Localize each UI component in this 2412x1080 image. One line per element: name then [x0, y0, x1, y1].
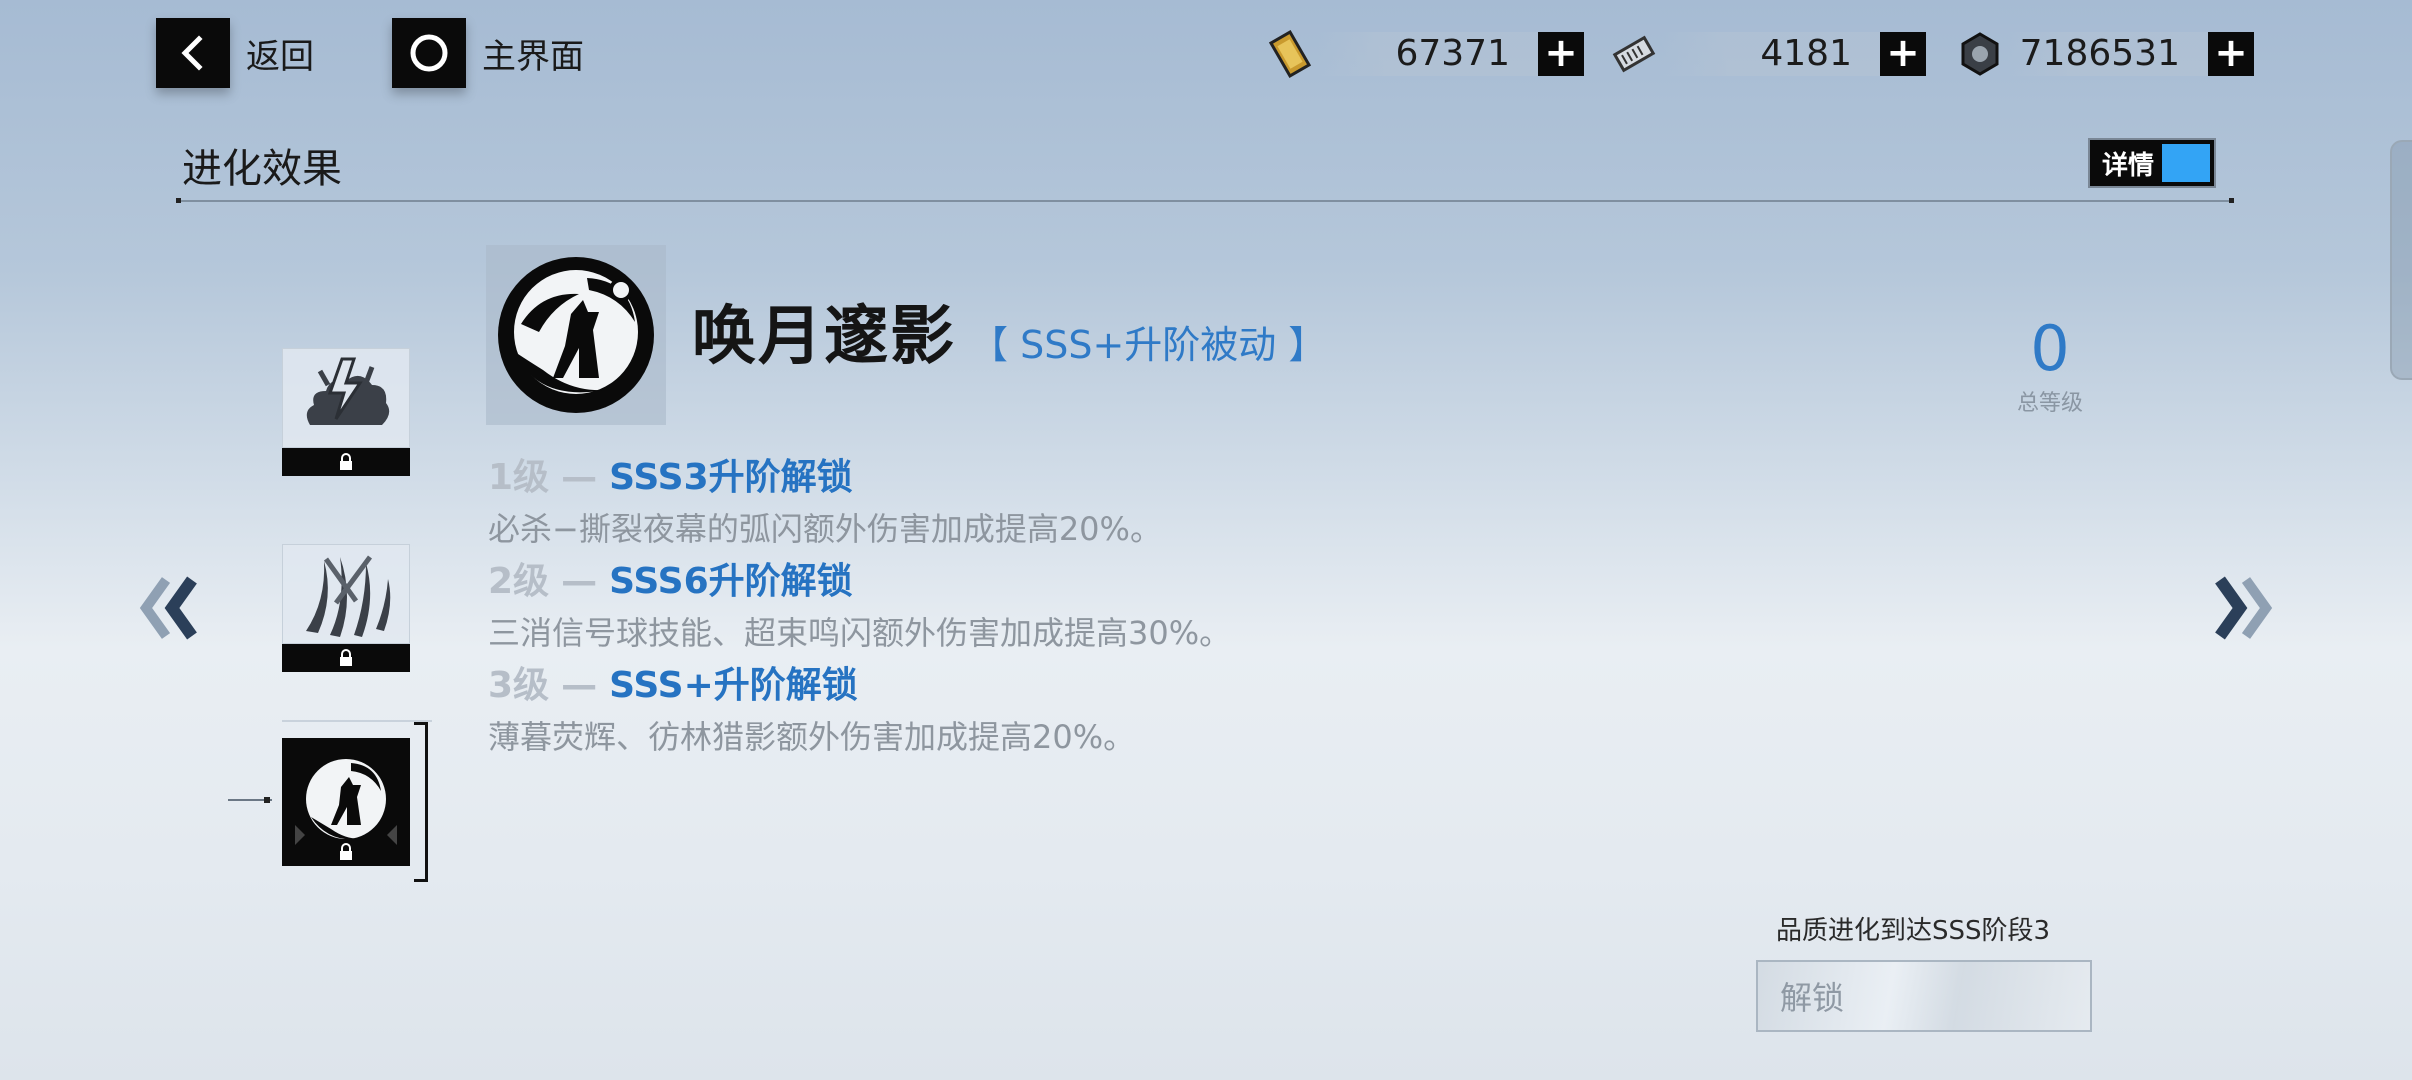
level-label: 1级 — [488, 457, 550, 498]
level-requirement: SSS+升阶解锁 — [609, 665, 858, 706]
lock-icon — [282, 448, 410, 476]
back-button[interactable]: 返回 — [156, 18, 314, 88]
back-label: 返回 — [246, 36, 314, 77]
wolf-moon-icon — [498, 257, 654, 413]
chevron-left-icon — [156, 18, 230, 88]
chip-card-icon — [1606, 26, 1662, 82]
level-desc-2: 三消信号球技能、超束鸣闪额外伤害加成提高30%。 — [488, 614, 1232, 652]
add-gold-button[interactable]: + — [1538, 32, 1584, 76]
level-label: 2级 — [488, 561, 550, 602]
add-nut-button[interactable]: + — [2208, 32, 2254, 76]
next-arrow-button[interactable] — [2214, 572, 2276, 648]
total-level-value: 0 — [2030, 312, 2070, 385]
level-desc-1: 必杀−撕裂夜幕的弧闪额外伤害加成提高20%。 — [488, 510, 1162, 548]
gold-ticket-icon — [1262, 26, 1318, 82]
skill-tag: 【 SSS+升阶被动 】 — [970, 323, 1327, 367]
resource-nut: 7186531 + — [1952, 24, 2254, 84]
side-skill-item-active[interactable] — [282, 738, 410, 866]
claw-slash-icon — [282, 544, 410, 644]
level-row-2: 2级 — SSS6升阶解锁 — [488, 561, 853, 602]
level-row-1: 1级 — SSS3升阶解锁 — [488, 457, 853, 498]
skill-name: 唤月邃影 — [692, 300, 956, 374]
resource-chip: 4181 + — [1606, 24, 1926, 84]
level-desc-3: 薄暮荧辉、彷林猎影额外伤害加成提高20%。 — [488, 718, 1136, 756]
circle-icon — [392, 18, 466, 88]
level-requirement: SSS3升阶解锁 — [609, 457, 853, 498]
double-chevron-left-icon — [139, 576, 197, 640]
side-drawer-handle[interactable] — [2390, 140, 2412, 380]
nut-icon — [1952, 26, 2008, 82]
level-row-3: 3级 — SSS+升阶解锁 — [488, 665, 858, 706]
detail-toggle-label: 详情 — [2102, 150, 2155, 181]
detail-toggle[interactable]: 详情 — [2088, 138, 2216, 188]
active-item-pointer-dot — [264, 797, 270, 803]
resource-gold: 67371 + — [1262, 24, 1584, 84]
header-divider — [176, 198, 2234, 203]
gold-value: 67371 — [1318, 32, 1538, 76]
side-skill-item[interactable] — [282, 348, 410, 476]
active-item-bracket — [414, 722, 428, 882]
level-requirement: SSS6升阶解锁 — [609, 561, 853, 602]
total-level: 0 总等级 — [1990, 312, 2110, 417]
level-label: 3级 — [488, 665, 550, 706]
section-title: 进化效果 — [182, 146, 342, 192]
side-skill-item[interactable] — [282, 544, 410, 672]
nut-value: 7186531 — [2008, 32, 2208, 76]
active-item-top-line — [282, 720, 432, 722]
lightning-cloud-icon — [282, 348, 410, 448]
home-label: 主界面 — [482, 36, 584, 77]
unlock-label: 解锁 — [1780, 979, 1845, 1017]
double-chevron-right-icon — [2215, 576, 2273, 640]
total-level-label: 总等级 — [2016, 391, 2083, 416]
home-button[interactable]: 主界面 — [392, 18, 584, 88]
prev-arrow-button[interactable] — [136, 572, 198, 648]
lock-icon — [282, 644, 410, 672]
skill-heading: 唤月邃影 【 SSS+升阶被动 】 — [692, 285, 1326, 377]
skill-icon — [486, 245, 666, 425]
chip-value: 4181 — [1662, 32, 1880, 76]
unlock-condition: 品质进化到达SSS阶段3 — [1776, 916, 2051, 946]
unlock-button[interactable]: 解锁 — [1756, 960, 2092, 1032]
lock-icon — [282, 838, 410, 866]
add-chip-button[interactable]: + — [1880, 32, 1926, 76]
toggle-knob — [2162, 144, 2210, 182]
